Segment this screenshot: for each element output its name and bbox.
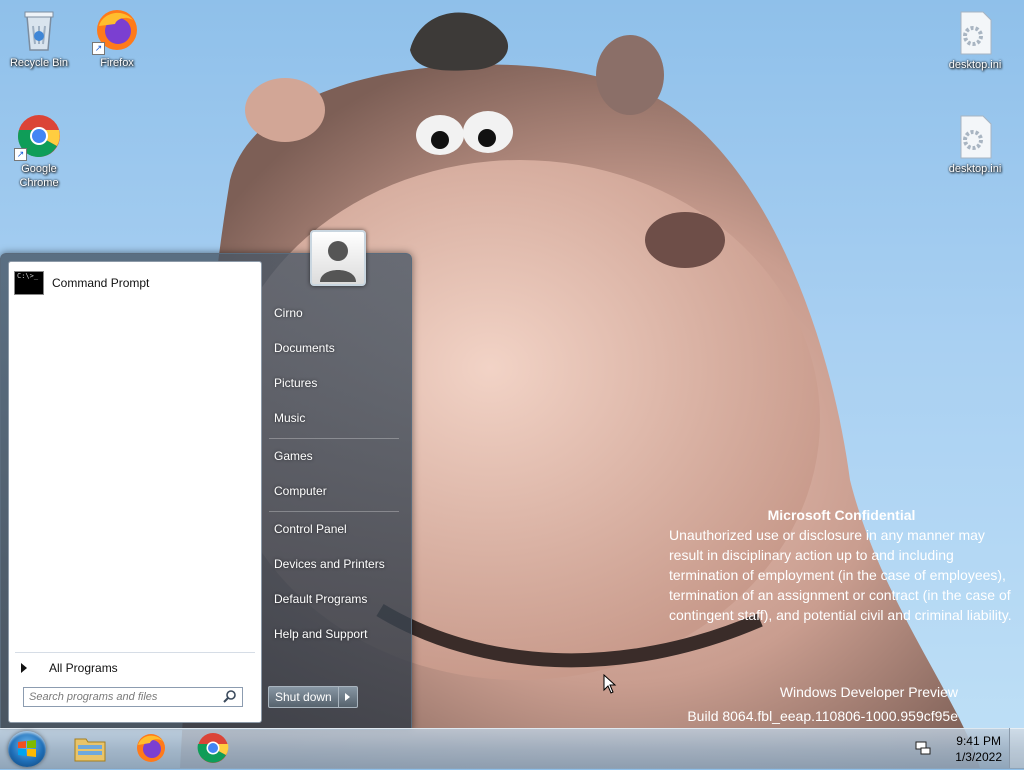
command-prompt-icon: C:\>_ bbox=[14, 271, 44, 295]
show-desktop-button[interactable] bbox=[1009, 728, 1024, 768]
clock-time: 9:41 PM bbox=[956, 734, 1001, 748]
taskbar-explorer-button[interactable] bbox=[72, 731, 108, 765]
arrow-right-icon bbox=[345, 693, 351, 701]
shortcut-arrow-icon: ↗ bbox=[92, 42, 105, 55]
start-menu-programs-pane: C:\>_ Command Prompt All Programs bbox=[8, 261, 262, 723]
start-item-control-panel[interactable]: Control Panel bbox=[269, 516, 401, 542]
search-icon[interactable] bbox=[222, 689, 238, 705]
arrow-right-icon bbox=[21, 663, 27, 673]
start-item-user-folder[interactable]: Cirno bbox=[269, 300, 401, 326]
taskbar-chrome-button[interactable] bbox=[195, 731, 231, 765]
windows-product-name: Windows Developer Preview bbox=[779, 684, 958, 700]
start-item-devices-printers[interactable]: Devices and Printers bbox=[269, 551, 401, 577]
taskbar-firefox-button[interactable] bbox=[133, 731, 169, 765]
desktop-icon-firefox[interactable]: ↗ Firefox bbox=[82, 6, 152, 70]
desktop-icon-desktop-ini-1[interactable]: desktop.ini bbox=[940, 8, 1010, 72]
separator bbox=[269, 438, 399, 439]
shortcut-arrow-icon: ↗ bbox=[14, 148, 27, 161]
all-programs-label: All Programs bbox=[49, 661, 118, 675]
shutdown-options-button[interactable] bbox=[339, 687, 357, 707]
recycle-bin-icon bbox=[15, 6, 63, 54]
start-item-computer[interactable]: Computer bbox=[269, 478, 401, 504]
confidential-body: Unauthorized use or disclosure in any ma… bbox=[669, 527, 1012, 623]
desktop-icon-google-chrome[interactable]: ↗ Google Chrome bbox=[4, 112, 74, 190]
settings-file-icon bbox=[951, 8, 999, 56]
start-search-box[interactable] bbox=[23, 687, 243, 707]
desktop-icon-label: Recycle Bin bbox=[9, 57, 69, 69]
start-item-help-support[interactable]: Help and Support bbox=[269, 621, 401, 647]
start-item-pictures[interactable]: Pictures bbox=[269, 370, 401, 396]
shutdown-button-group: Shut down bbox=[268, 686, 358, 708]
separator bbox=[15, 652, 255, 653]
desktop-icon-label: desktop.ini bbox=[948, 163, 1002, 175]
shutdown-button[interactable]: Shut down bbox=[269, 687, 339, 707]
chrome-icon: ↗ bbox=[14, 112, 63, 161]
firefox-icon: ↗ bbox=[92, 6, 141, 55]
desktop-icon-label: Firefox bbox=[100, 57, 134, 69]
settings-file-icon bbox=[951, 112, 999, 160]
desktop-icon-label: Google Chrome bbox=[19, 163, 59, 189]
all-programs-button[interactable]: All Programs bbox=[19, 658, 118, 678]
windows-build-string: Build 8064.fbl_eeap.110806-1000.959cf95e bbox=[687, 708, 958, 724]
mouse-cursor-icon bbox=[603, 674, 617, 694]
desktop-icon-label: desktop.ini bbox=[948, 59, 1002, 71]
start-menu: C:\>_ Command Prompt All Programs Cirno … bbox=[0, 230, 412, 730]
desktop-icon-recycle-bin[interactable]: Recycle Bin bbox=[4, 6, 74, 70]
system-clock[interactable]: 9:41 PM 1/3/2022 bbox=[955, 733, 1002, 765]
start-item-games[interactable]: Games bbox=[269, 443, 401, 469]
file-explorer-icon bbox=[74, 738, 106, 762]
program-command-prompt[interactable]: C:\>_ Command Prompt bbox=[13, 268, 256, 298]
user-avatar-icon[interactable] bbox=[310, 230, 366, 286]
separator bbox=[269, 511, 399, 512]
search-input[interactable] bbox=[24, 691, 222, 703]
firefox-icon bbox=[137, 734, 165, 762]
program-label: Command Prompt bbox=[52, 276, 150, 290]
confidential-title: Microsoft Confidential bbox=[767, 507, 916, 523]
windows-orb-icon[interactable] bbox=[8, 731, 46, 767]
clock-date: 1/3/2022 bbox=[955, 750, 1002, 764]
chrome-icon bbox=[197, 733, 229, 763]
start-item-documents[interactable]: Documents bbox=[269, 335, 401, 361]
desktop-icon-desktop-ini-2[interactable]: desktop.ini bbox=[940, 112, 1010, 176]
network-icon[interactable] bbox=[914, 739, 932, 757]
start-item-music[interactable]: Music bbox=[269, 405, 401, 431]
start-item-default-programs[interactable]: Default Programs bbox=[269, 586, 401, 612]
confidential-notice: Microsoft Confidential Unauthorized use … bbox=[669, 505, 1014, 625]
